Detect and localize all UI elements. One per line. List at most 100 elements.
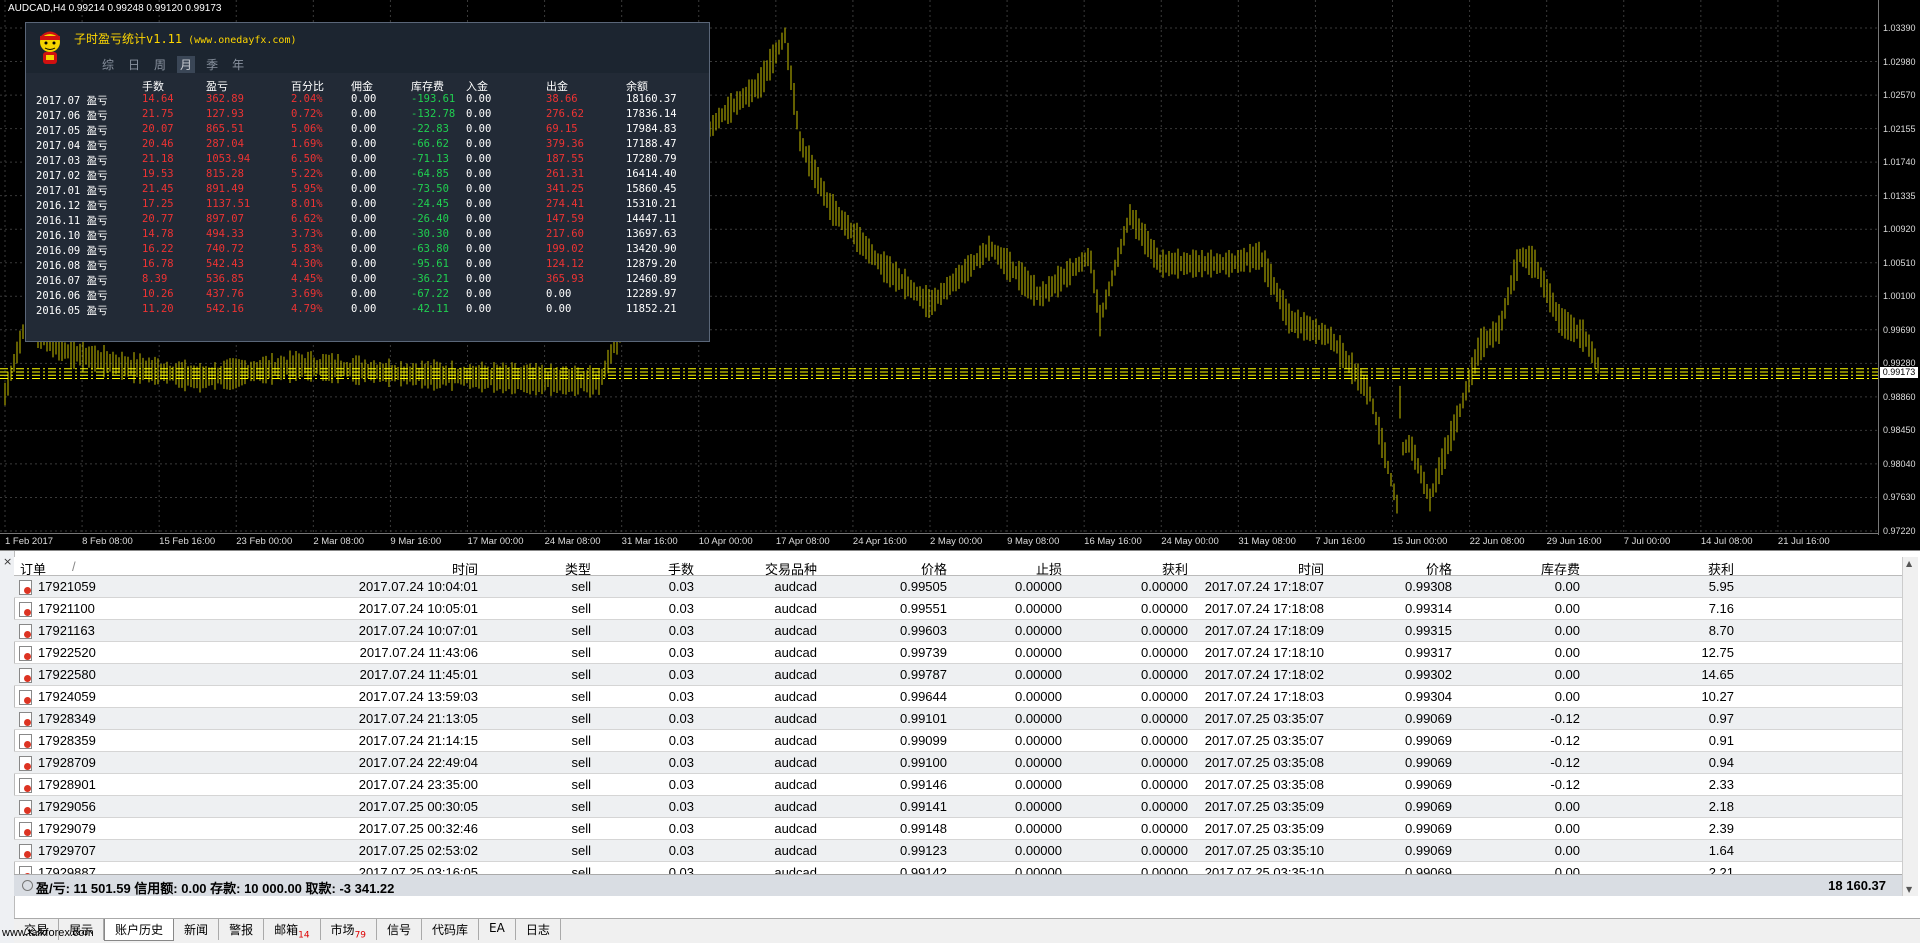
stats-cell-lots: 20.46 [142, 138, 174, 150]
cell-close-price: 0.99315 [1405, 623, 1452, 638]
cell-ticket: 17924059 [38, 689, 96, 704]
table-row[interactable]: 17922580 2017.07.24 11:45:01 sell 0.03 audca… [14, 664, 1902, 686]
tab-5[interactable]: 邮箱14 [264, 919, 321, 940]
stats-row: 2017.03 盈亏 21.18 1053.94 6.50% 0.00 -71.13 0.0… [26, 153, 709, 168]
stats-tab-3[interactable]: 月 [177, 56, 196, 73]
time-scale[interactable]: 1 Feb 2017 8 Feb 08:00 15 Feb 16:00 23 Feb … [0, 533, 1878, 550]
stats-cell-dep: 0.00 [466, 258, 492, 270]
cell-ticket: 17921059 [38, 579, 96, 594]
sell-order-icon [19, 646, 32, 661]
table-row[interactable]: 17929079 2017.07.25 00:32:46 sell 0.03 audca… [14, 818, 1902, 840]
tab-4[interactable]: 警报 [219, 919, 265, 940]
stats-cell-comm: 0.00 [351, 228, 377, 240]
cell-price: 0.99603 [900, 623, 947, 638]
stats-cell-lots: 21.75 [142, 108, 174, 120]
table-row[interactable]: 17928349 2017.07.24 21:13:05 sell 0.03 audca… [14, 708, 1902, 730]
cell-type: sell [571, 799, 591, 814]
table-row[interactable]: 17921059 2017.07.24 10:04:01 sell 0.03 audca… [14, 576, 1902, 598]
stats-header-row: 手数 盈亏 百分比 佣金 库存费 入金 出金 余额 [26, 78, 709, 93]
tab-badge: 79 [354, 930, 367, 941]
cell-open-time: 2017.07.24 10:07:01 [358, 623, 478, 638]
tab-label: 邮箱 [274, 923, 299, 937]
cell-type: sell [571, 579, 591, 594]
cell-profit: 7.16 [1708, 601, 1734, 616]
table-row[interactable]: 17921163 2017.07.24 10:07:01 sell 0.03 audca… [14, 620, 1902, 642]
stats-cell-lots: 11.20 [142, 303, 174, 315]
cell-price: 0.99644 [900, 689, 947, 704]
table-row[interactable]: 17924059 2017.07.24 13:59:03 sell 0.03 audca… [14, 686, 1902, 708]
stats-tab-0[interactable]: 综 [99, 56, 117, 73]
price-tick-label: 1.00920 [1883, 224, 1916, 235]
cell-open-time: 2017.07.24 13:59:03 [358, 689, 478, 704]
cell-price: 0.99739 [900, 645, 947, 660]
cell-profit: 0.91 [1708, 733, 1734, 748]
cell-symbol: audcad [774, 733, 817, 748]
cell-profit: 12.75 [1701, 645, 1734, 660]
stats-cell-pl: 437.76 [206, 288, 244, 300]
price-scale[interactable]: 1.03390 1.02980 1.02570 1.02155 1.01740 1.013… [1878, 0, 1920, 536]
tab-3[interactable]: 新闻 [174, 919, 220, 940]
stats-site-link[interactable]: (www.onedayfx.com) [188, 35, 296, 46]
stats-cell-wd: 217.60 [546, 228, 584, 240]
tab-9[interactable]: EA [479, 919, 516, 940]
cell-ticket: 17929079 [38, 821, 96, 836]
stats-tab-1[interactable]: 日 [125, 56, 143, 73]
pl-stats-panel: 子时盈亏统计v1.11 (www.onedayfx.com) 综日周月季年 手数 … [25, 22, 710, 342]
tab-7[interactable]: 信号 [377, 919, 423, 940]
sell-order-icon [19, 624, 32, 639]
cell-close-time: 2017.07.24 17:18:08 [1204, 601, 1324, 616]
stats-cell-dep: 0.00 [466, 213, 492, 225]
stats-cell-wd: 0.00 [546, 288, 572, 300]
cell-ticket: 17928359 [38, 733, 96, 748]
tab-8[interactable]: 代码库 [422, 919, 480, 940]
tab-6[interactable]: 市场79 [321, 919, 378, 941]
cell-symbol: audcad [774, 821, 817, 836]
close-icon[interactable]: × [3, 555, 12, 568]
stats-row: 2016.07 盈亏 8.39 536.85 4.45% 0.00 -36.21 0.00 3… [26, 273, 709, 288]
cell-open-time: 2017.07.24 22:49:04 [358, 755, 478, 770]
table-row[interactable]: 17928709 2017.07.24 22:49:04 sell 0.03 audca… [14, 752, 1902, 774]
cell-ticket: 17921163 [38, 623, 95, 638]
cell-close-time: 2017.07.25 03:35:09 [1204, 821, 1324, 836]
stats-cell-comm: 0.00 [351, 153, 377, 165]
cell-swap: 0.00 [1554, 843, 1580, 858]
stats-cell-pl: 542.16 [206, 303, 244, 315]
table-row[interactable]: 17921100 2017.07.24 10:05:01 sell 0.03 audca… [14, 598, 1902, 620]
stats-cell-month: 2017.05 盈亏 [36, 125, 108, 137]
cell-profit: 2.33 [1708, 777, 1734, 792]
stats-cell-month: 2016.12 盈亏 [36, 200, 108, 212]
table-row[interactable]: 17929707 2017.07.25 02:53:02 sell 0.03 audca… [14, 840, 1902, 862]
price-tick-label: 0.99690 [1883, 324, 1916, 335]
scroll-down-icon[interactable]: ▼ [1906, 885, 1912, 894]
stats-cell-lots: 17.25 [142, 198, 174, 210]
stats-tab-5[interactable]: 年 [229, 56, 247, 73]
stats-cell-month: 2016.06 盈亏 [36, 290, 108, 302]
price-chart[interactable]: AUDCAD,H4 0.99214 0.99248 0.99120 0.9917… [0, 0, 1920, 551]
col-bal-header: 余额 [626, 80, 648, 93]
stats-cell-comm: 0.00 [351, 93, 377, 105]
stats-cell-pct: 0.72% [291, 108, 323, 120]
cell-ticket: 17921100 [38, 601, 95, 616]
cell-symbol: audcad [774, 799, 817, 814]
stats-tab-4[interactable]: 季 [203, 56, 221, 73]
table-row[interactable]: 17929056 2017.07.25 00:30:05 sell 0.03 audca… [14, 796, 1902, 818]
table-row[interactable]: 17928901 2017.07.24 23:35:00 sell 0.03 audca… [14, 774, 1902, 796]
cell-type: sell [571, 733, 591, 748]
time-tick-label: 24 May 00:00 [1161, 536, 1219, 547]
cell-profit: 8.70 [1708, 623, 1734, 638]
stats-cell-month: 2017.06 盈亏 [36, 110, 108, 122]
stats-cell-month: 2016.08 盈亏 [36, 260, 108, 272]
stats-cell-pl: 127.93 [206, 108, 244, 120]
scroll-up-icon[interactable]: ▲ [1906, 559, 1912, 568]
cell-open-time: 2017.07.24 23:35:00 [358, 777, 478, 792]
cell-open-time: 2017.07.25 00:30:05 [358, 799, 478, 814]
cell-size: 0.03 [668, 667, 694, 682]
stats-cell-dep: 0.00 [466, 183, 492, 195]
stats-tab-2[interactable]: 周 [151, 56, 169, 73]
vertical-scrollbar[interactable]: ▲ ▼ [1902, 557, 1918, 896]
table-row[interactable]: 17928359 2017.07.24 21:14:15 sell 0.03 audca… [14, 730, 1902, 752]
tab-2[interactable]: 账户历史 [104, 919, 175, 941]
tab-10[interactable]: 日志 [516, 919, 561, 940]
table-row[interactable]: 17922520 2017.07.24 11:43:06 sell 0.03 audca… [14, 642, 1902, 664]
stats-cell-bal: 12460.89 [626, 273, 677, 285]
